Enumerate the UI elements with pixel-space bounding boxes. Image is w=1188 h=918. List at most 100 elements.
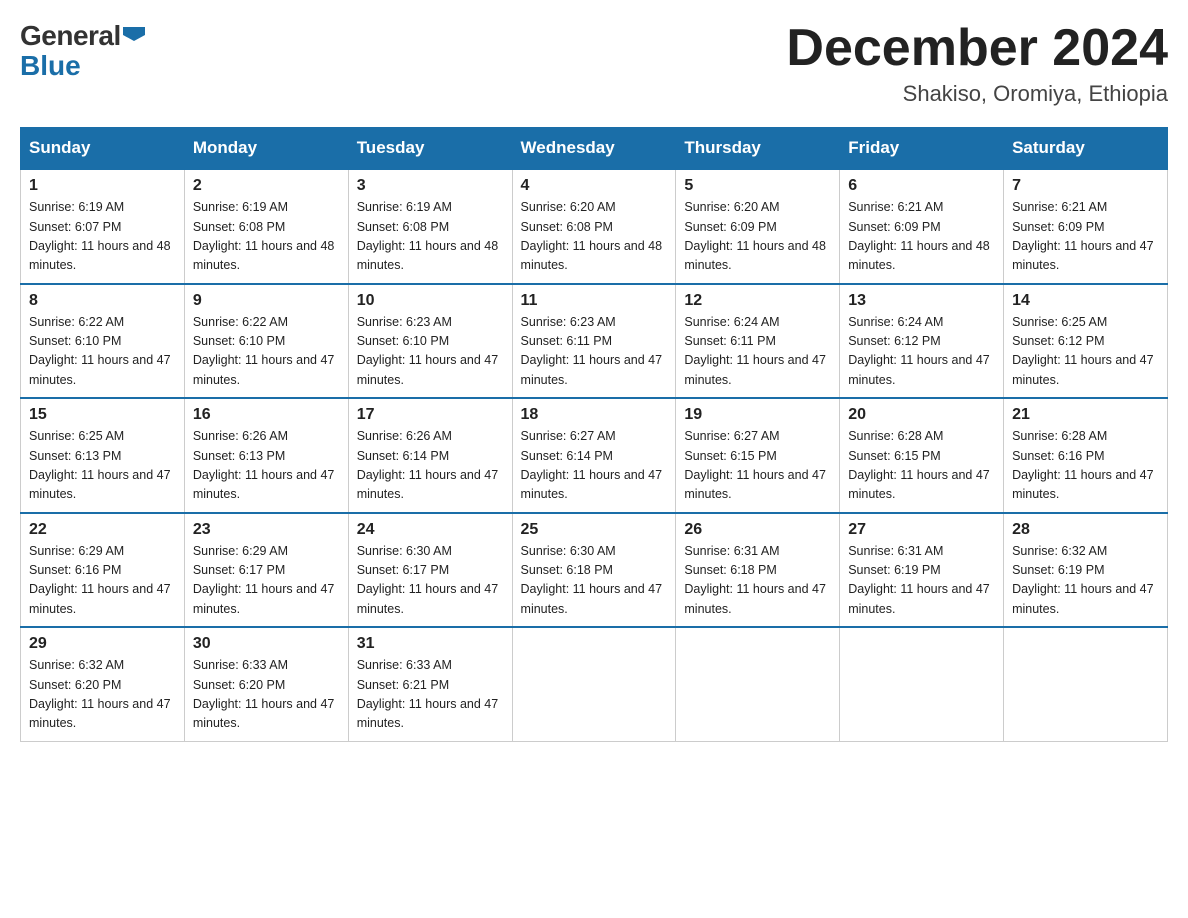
- day-number: 14: [1012, 292, 1159, 310]
- day-info: Sunrise: 6:30 AMSunset: 6:17 PMDaylight:…: [357, 542, 504, 620]
- day-number: 20: [848, 406, 995, 424]
- calendar-cell: 9Sunrise: 6:22 AMSunset: 6:10 PMDaylight…: [184, 284, 348, 399]
- day-number: 5: [684, 177, 831, 195]
- calendar-table: SundayMondayTuesdayWednesdayThursdayFrid…: [20, 127, 1168, 742]
- day-info: Sunrise: 6:32 AMSunset: 6:20 PMDaylight:…: [29, 656, 176, 734]
- calendar-cell: [1004, 627, 1168, 741]
- day-number: 29: [29, 635, 176, 653]
- calendar-cell: 12Sunrise: 6:24 AMSunset: 6:11 PMDayligh…: [676, 284, 840, 399]
- day-info: Sunrise: 6:24 AMSunset: 6:12 PMDaylight:…: [848, 313, 995, 391]
- day-number: 3: [357, 177, 504, 195]
- day-info: Sunrise: 6:21 AMSunset: 6:09 PMDaylight:…: [848, 198, 995, 276]
- day-info: Sunrise: 6:28 AMSunset: 6:16 PMDaylight:…: [1012, 427, 1159, 505]
- day-info: Sunrise: 6:33 AMSunset: 6:20 PMDaylight:…: [193, 656, 340, 734]
- logo: General Blue: [20, 20, 145, 80]
- day-info: Sunrise: 6:20 AMSunset: 6:09 PMDaylight:…: [684, 198, 831, 276]
- column-header-friday: Friday: [840, 128, 1004, 170]
- calendar-cell: 11 Sunrise: 6:23 AMSunset: 6:11 PMDayligh…: [512, 284, 676, 399]
- calendar-cell: 1 Sunrise: 6:19 AMSunset: 6:07 PMDaylight…: [21, 169, 185, 284]
- title-section: December 2024 Shakiso, Oromiya, Ethiopia: [786, 20, 1168, 107]
- day-number: 31: [357, 635, 504, 653]
- day-number: 7: [1012, 177, 1159, 195]
- column-header-saturday: Saturday: [1004, 128, 1168, 170]
- calendar-cell: 24 Sunrise: 6:30 AMSunset: 6:17 PMDayligh…: [348, 513, 512, 628]
- day-number: 17: [357, 406, 504, 424]
- calendar-cell: 7 Sunrise: 6:21 AMSunset: 6:09 PMDaylight…: [1004, 169, 1168, 284]
- calendar-cell: 19Sunrise: 6:27 AMSunset: 6:15 PMDayligh…: [676, 398, 840, 513]
- calendar-cell: [676, 627, 840, 741]
- day-info: Sunrise: 6:29 AMSunset: 6:16 PMDaylight:…: [29, 542, 176, 620]
- page-header: General Blue December 2024 Shakiso, Orom…: [20, 20, 1168, 107]
- day-info: Sunrise: 6:23 AMSunset: 6:10 PMDaylight:…: [357, 313, 504, 391]
- day-number: 27: [848, 521, 995, 539]
- column-header-thursday: Thursday: [676, 128, 840, 170]
- day-number: 13: [848, 292, 995, 310]
- calendar-cell: 6 Sunrise: 6:21 AMSunset: 6:09 PMDaylight…: [840, 169, 1004, 284]
- calendar-cell: 2 Sunrise: 6:19 AMSunset: 6:08 PMDaylight…: [184, 169, 348, 284]
- day-number: 1: [29, 177, 176, 195]
- column-header-tuesday: Tuesday: [348, 128, 512, 170]
- week-row-2: 8Sunrise: 6:22 AMSunset: 6:10 PMDaylight…: [21, 284, 1168, 399]
- calendar-cell: 30 Sunrise: 6:33 AMSunset: 6:20 PMDayligh…: [184, 627, 348, 741]
- calendar-cell: 31 Sunrise: 6:33 AMSunset: 6:21 PMDayligh…: [348, 627, 512, 741]
- day-number: 26: [684, 521, 831, 539]
- day-info: Sunrise: 6:32 AMSunset: 6:19 PMDaylight:…: [1012, 542, 1159, 620]
- day-info: Sunrise: 6:29 AMSunset: 6:17 PMDaylight:…: [193, 542, 340, 620]
- day-number: 6: [848, 177, 995, 195]
- day-info: Sunrise: 6:19 AMSunset: 6:07 PMDaylight:…: [29, 198, 176, 276]
- day-number: 16: [193, 406, 340, 424]
- day-number: 4: [521, 177, 668, 195]
- calendar-cell: 15Sunrise: 6:25 AMSunset: 6:13 PMDayligh…: [21, 398, 185, 513]
- week-row-3: 15Sunrise: 6:25 AMSunset: 6:13 PMDayligh…: [21, 398, 1168, 513]
- logo-blue-text: Blue: [20, 50, 81, 81]
- calendar-cell: 23 Sunrise: 6:29 AMSunset: 6:17 PMDayligh…: [184, 513, 348, 628]
- day-info: Sunrise: 6:19 AMSunset: 6:08 PMDaylight:…: [357, 198, 504, 276]
- calendar-cell: 26 Sunrise: 6:31 AMSunset: 6:18 PMDayligh…: [676, 513, 840, 628]
- day-info: Sunrise: 6:28 AMSunset: 6:15 PMDaylight:…: [848, 427, 995, 505]
- day-number: 21: [1012, 406, 1159, 424]
- day-number: 22: [29, 521, 176, 539]
- day-info: Sunrise: 6:23 AMSunset: 6:11 PMDaylight:…: [521, 313, 668, 391]
- calendar-cell: [840, 627, 1004, 741]
- day-number: 2: [193, 177, 340, 195]
- day-info: Sunrise: 6:31 AMSunset: 6:19 PMDaylight:…: [848, 542, 995, 620]
- day-info: Sunrise: 6:31 AMSunset: 6:18 PMDaylight:…: [684, 542, 831, 620]
- calendar-cell: 3 Sunrise: 6:19 AMSunset: 6:08 PMDaylight…: [348, 169, 512, 284]
- day-number: 24: [357, 521, 504, 539]
- week-row-5: 29 Sunrise: 6:32 AMSunset: 6:20 PMDayligh…: [21, 627, 1168, 741]
- logo-triangle-icon: [123, 27, 145, 41]
- day-info: Sunrise: 6:19 AMSunset: 6:08 PMDaylight:…: [193, 198, 340, 276]
- day-info: Sunrise: 6:26 AMSunset: 6:13 PMDaylight:…: [193, 427, 340, 505]
- day-number: 18: [521, 406, 668, 424]
- day-info: Sunrise: 6:27 AMSunset: 6:14 PMDaylight:…: [521, 427, 668, 505]
- calendar-cell: 21 Sunrise: 6:28 AMSunset: 6:16 PMDayligh…: [1004, 398, 1168, 513]
- calendar-cell: 22 Sunrise: 6:29 AMSunset: 6:16 PMDayligh…: [21, 513, 185, 628]
- day-info: Sunrise: 6:25 AMSunset: 6:13 PMDaylight:…: [29, 427, 176, 505]
- month-title: December 2024: [786, 20, 1168, 77]
- day-number: 28: [1012, 521, 1159, 539]
- column-header-monday: Monday: [184, 128, 348, 170]
- day-info: Sunrise: 6:22 AMSunset: 6:10 PMDaylight:…: [29, 313, 176, 391]
- day-number: 23: [193, 521, 340, 539]
- day-info: Sunrise: 6:26 AMSunset: 6:14 PMDaylight:…: [357, 427, 504, 505]
- day-info: Sunrise: 6:27 AMSunset: 6:15 PMDaylight:…: [684, 427, 831, 505]
- column-header-wednesday: Wednesday: [512, 128, 676, 170]
- calendar-cell: 28 Sunrise: 6:32 AMSunset: 6:19 PMDayligh…: [1004, 513, 1168, 628]
- calendar-header-row: SundayMondayTuesdayWednesdayThursdayFrid…: [21, 128, 1168, 170]
- calendar-cell: 10Sunrise: 6:23 AMSunset: 6:10 PMDayligh…: [348, 284, 512, 399]
- calendar-cell: 16 Sunrise: 6:26 AMSunset: 6:13 PMDayligh…: [184, 398, 348, 513]
- day-info: Sunrise: 6:33 AMSunset: 6:21 PMDaylight:…: [357, 656, 504, 734]
- calendar-cell: 14Sunrise: 6:25 AMSunset: 6:12 PMDayligh…: [1004, 284, 1168, 399]
- day-info: Sunrise: 6:20 AMSunset: 6:08 PMDaylight:…: [521, 198, 668, 276]
- calendar-cell: 20 Sunrise: 6:28 AMSunset: 6:15 PMDayligh…: [840, 398, 1004, 513]
- calendar-cell: 4 Sunrise: 6:20 AMSunset: 6:08 PMDaylight…: [512, 169, 676, 284]
- day-number: 12: [684, 292, 831, 310]
- day-number: 30: [193, 635, 340, 653]
- week-row-4: 22 Sunrise: 6:29 AMSunset: 6:16 PMDayligh…: [21, 513, 1168, 628]
- calendar-cell: 5 Sunrise: 6:20 AMSunset: 6:09 PMDaylight…: [676, 169, 840, 284]
- logo-general-text: General: [20, 20, 121, 52]
- day-number: 11: [521, 292, 668, 310]
- day-info: Sunrise: 6:21 AMSunset: 6:09 PMDaylight:…: [1012, 198, 1159, 276]
- column-header-sunday: Sunday: [21, 128, 185, 170]
- day-info: Sunrise: 6:30 AMSunset: 6:18 PMDaylight:…: [521, 542, 668, 620]
